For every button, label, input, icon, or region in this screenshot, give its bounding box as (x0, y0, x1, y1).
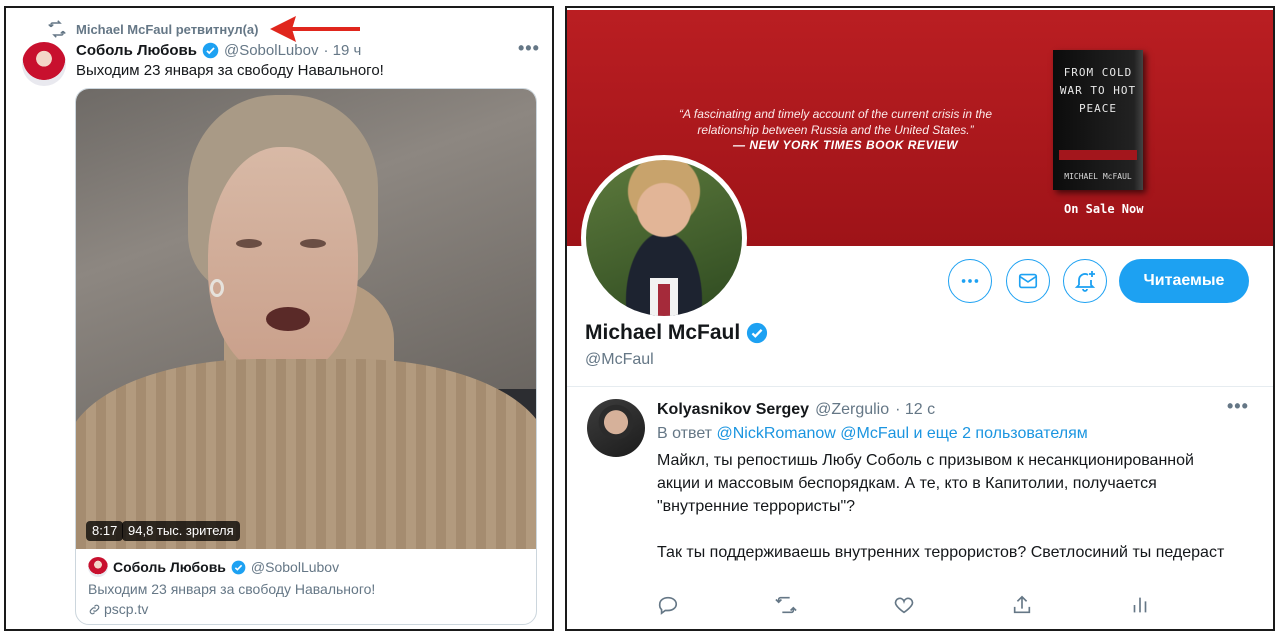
author-avatar[interactable] (22, 42, 66, 86)
verified-icon (231, 560, 246, 574)
book-cover-stripe (1059, 150, 1137, 160)
reply-paragraph: Так ты поддерживаешь внутренних террорис… (657, 544, 1225, 561)
media-card[interactable]: 8:17 94,8 тыс. зрителя Соболь Любовь @So… (75, 88, 537, 625)
video-player[interactable]: 8:17 94,8 тыс. зрителя (76, 89, 536, 549)
quoted-card[interactable]: Соболь Любовь @SobolLubov Выходим 23 янв… (76, 549, 536, 624)
verified-icon (202, 42, 219, 59)
following-button[interactable]: Читаемые (1119, 259, 1249, 303)
quoted-author-name: Соболь Любовь (113, 559, 226, 575)
quoted-avatar (88, 557, 108, 577)
quoted-header: Соболь Любовь @SobolLubov (88, 557, 526, 577)
retweet-icon (48, 20, 66, 38)
quoted-author-handle: @SobolLubov (250, 559, 340, 575)
like-icon[interactable] (893, 594, 915, 616)
reply-time[interactable]: · 12 с (895, 401, 935, 419)
left-screenshot-panel: Michael McFaul ретвитнул(а) Соболь Любов… (4, 6, 554, 631)
profile-name-row: Michael McFaul (585, 321, 768, 345)
quoted-text: Выходим 23 января за свободу Навального! (88, 581, 376, 597)
message-icon (1018, 273, 1038, 289)
bell-plus-icon (1074, 271, 1096, 292)
reply-icon[interactable] (657, 594, 679, 616)
book-author: MICHAEL McFAUL (1064, 172, 1132, 181)
book-cover: FROM COLD WAR TO HOT PEACE MICHAEL McFAU… (1053, 50, 1143, 190)
tweet-time[interactable]: · 19 ч (323, 42, 361, 59)
video-viewers-badge: 94,8 тыс. зрителя (122, 521, 240, 541)
retweet-icon[interactable] (775, 594, 797, 616)
video-person-earring (210, 279, 224, 297)
share-icon[interactable] (1011, 594, 1033, 616)
link-icon (89, 604, 100, 614)
author-name[interactable]: Соболь Любовь (76, 42, 197, 59)
profile-avatar[interactable] (581, 155, 747, 321)
reply-others-link[interactable]: и еще 2 пользователям (913, 425, 1087, 442)
retweet-header: Michael McFaul ретвитнул(а) (48, 20, 258, 38)
retweet-label[interactable]: Michael McFaul ретвитнул(а) (76, 22, 258, 37)
profile-handle: @McFaul (585, 351, 654, 368)
tweet-header: Соболь Любовь @SobolLubov · 19 ч (76, 42, 361, 59)
video-duration-badge: 8:17 (86, 521, 124, 541)
book-title: FROM COLD WAR TO HOT PEACE (1059, 66, 1137, 115)
video-person-eye (236, 239, 262, 248)
verified-icon (747, 322, 768, 344)
reply-author-handle[interactable]: @Zergulio (815, 401, 889, 419)
notifications-button[interactable] (1063, 259, 1107, 303)
more-icon[interactable]: ••• (518, 38, 540, 59)
video-person-eye (300, 239, 326, 248)
banner-quote: “A fascinating and timely account of the… (678, 107, 993, 137)
reply-mentions[interactable]: @NickRomanow @McFaul (716, 425, 909, 442)
profile-name: Michael McFaul (585, 321, 741, 344)
quoted-link-text[interactable]: pscp.tv (104, 601, 148, 617)
reply-to-line: В ответ @NickRomanow @McFaul и еще 2 пол… (657, 425, 1088, 443)
tweet-text: Выходим 23 января за свободу Навального! (76, 62, 384, 79)
quoted-link[interactable]: pscp.tv (88, 601, 526, 617)
red-arrow-annotation (270, 16, 360, 42)
banner-source: — NEW YORK TIMES BOOK REVIEW (733, 138, 959, 152)
reply-to-prefix: В ответ (657, 425, 713, 442)
reply-paragraph: Майкл, ты репостишь Любу Соболь с призыв… (657, 452, 1194, 515)
more-icon[interactable]: ••• (1227, 396, 1249, 417)
reply-author-name[interactable]: Kolyasnikov Sergey (657, 401, 809, 419)
photo-tie (658, 284, 670, 316)
analytics-icon[interactable] (1129, 594, 1151, 616)
reply-header: Kolyasnikov Sergey @Zergulio · 12 с (657, 401, 935, 419)
divider (567, 386, 1273, 387)
more-button[interactable] (948, 259, 992, 303)
reply-author-avatar[interactable] (587, 399, 645, 457)
message-button[interactable] (1006, 259, 1050, 303)
profile-photo (586, 160, 742, 316)
video-person-mouth (266, 307, 310, 331)
more-icon (961, 279, 979, 283)
on-sale-label: On Sale Now (1064, 202, 1144, 216)
reply-text: Майкл, ты репостишь Любу Соболь с призыв… (657, 449, 1237, 564)
video-person-face (208, 147, 358, 377)
author-handle[interactable]: @SobolLubov (224, 42, 318, 59)
tweet-actions (657, 594, 1157, 618)
right-screenshot-panel: “A fascinating and timely account of the… (565, 6, 1275, 631)
